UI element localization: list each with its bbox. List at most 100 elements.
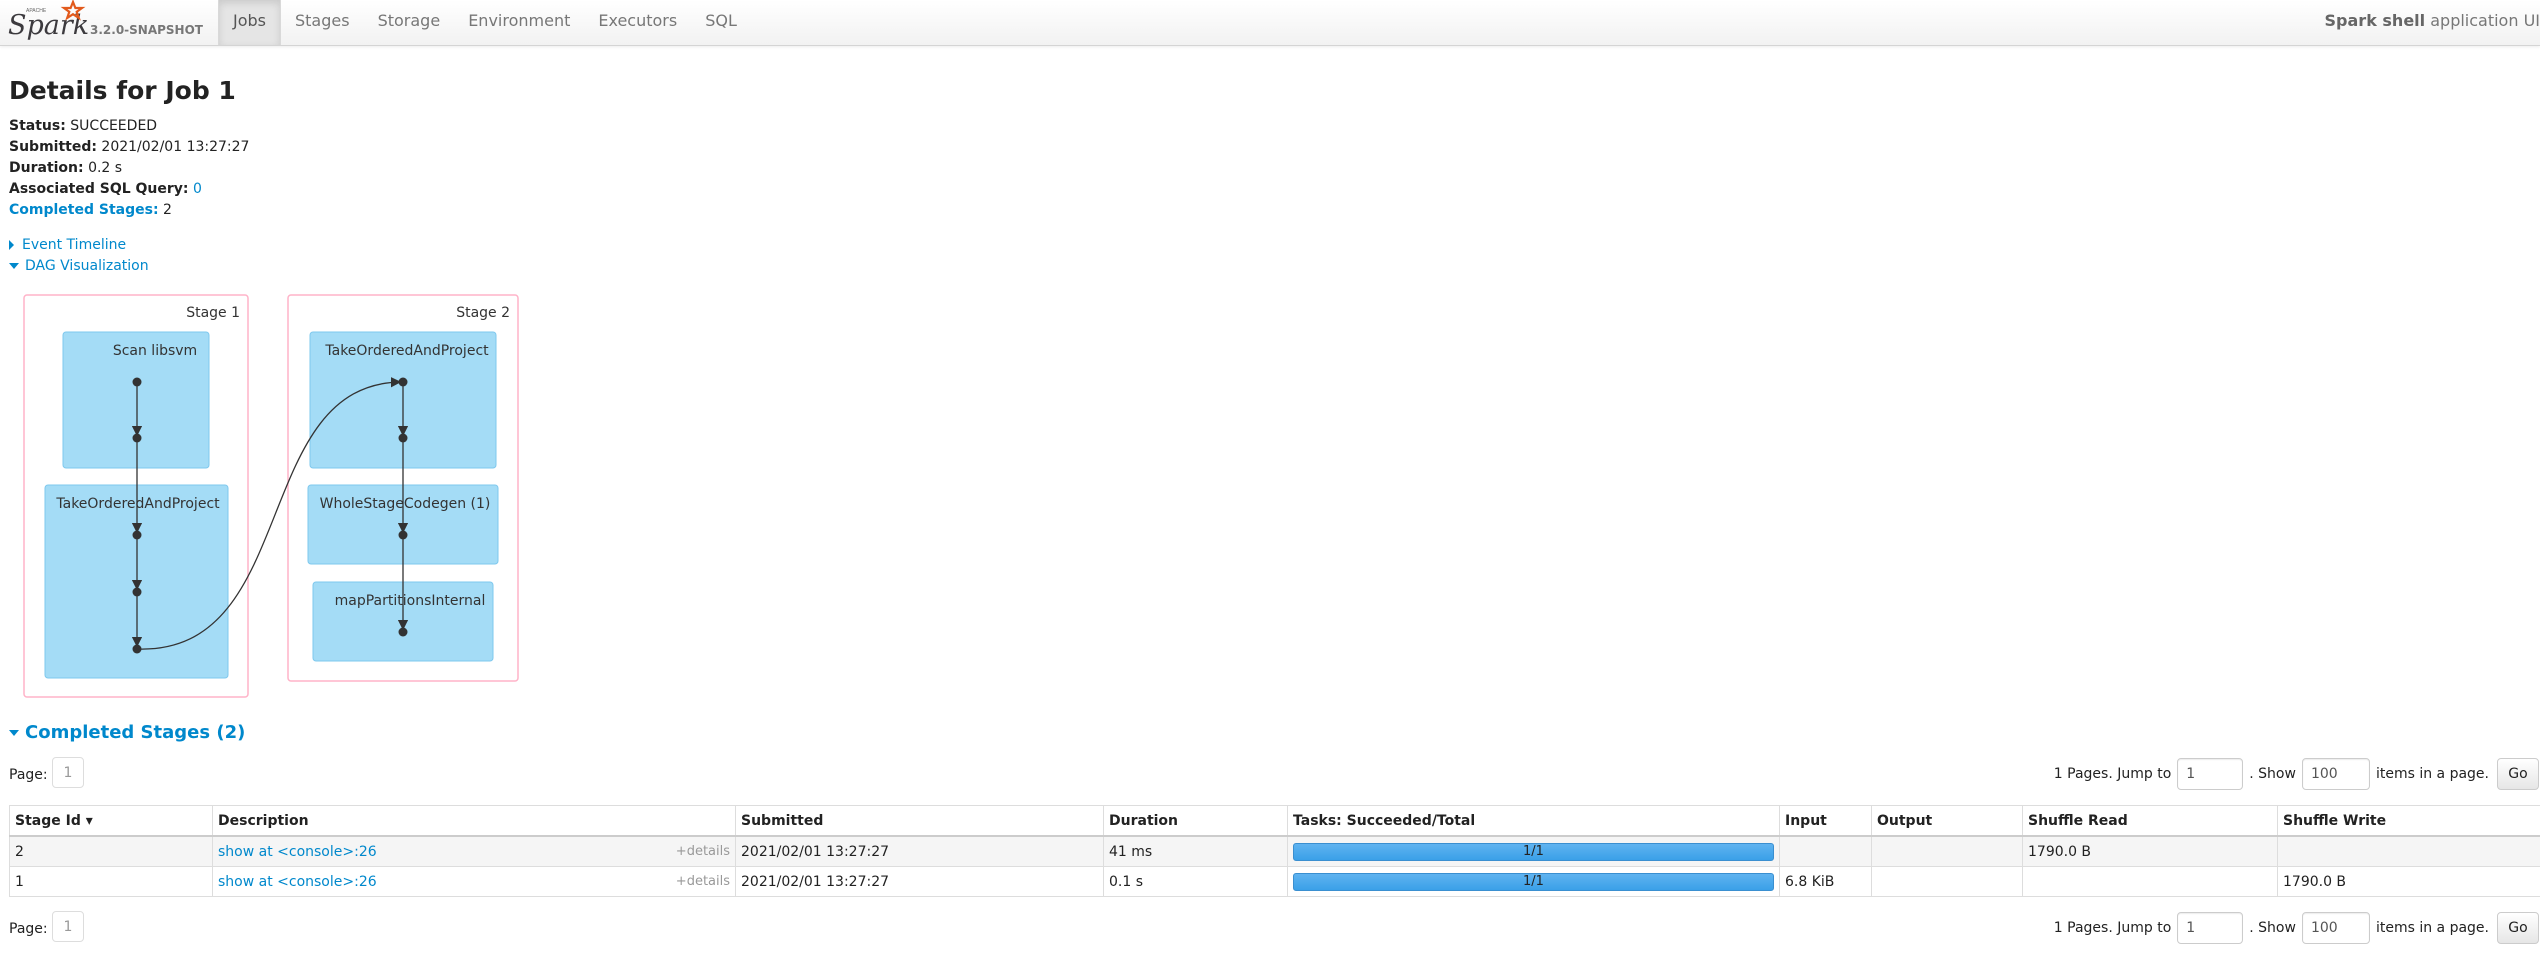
column-header-submitted[interactable]: Submitted	[735, 805, 1104, 837]
duration-value: 0.2 s	[88, 160, 123, 176]
tab-jobs[interactable]: Jobs	[218, 0, 281, 45]
arrow-down-icon	[9, 263, 19, 269]
tab-stages[interactable]: Stages	[281, 0, 364, 45]
dag-node[interactable]	[398, 627, 408, 637]
cluster-map-partitions-label: mapPartitionsInternal	[335, 593, 486, 609]
dag-node[interactable]	[398, 377, 408, 387]
jump-to-page-input[interactable]	[2177, 758, 2244, 790]
pagination-top: Page: 1 1 Pages. Jump to . Show items in…	[9, 757, 2539, 791]
output-cell	[1871, 866, 2023, 897]
go-button[interactable]: Go	[2497, 912, 2539, 944]
pagination-bottom: Page: 1 1 Pages. Jump to . Show items in…	[9, 911, 2539, 945]
svg-text:Spark: Spark	[8, 10, 88, 40]
go-button[interactable]: Go	[2497, 758, 2539, 790]
table-header-row: Stage Id ▾ Description Submitted Duratio…	[9, 805, 2540, 837]
dag-graph: Stage 1 Scan libsvm TakeOrderedAndProjec…	[23, 294, 519, 698]
dag-node[interactable]	[132, 587, 142, 597]
tasks-progress-text: 1/1	[1523, 873, 1544, 889]
items-per-page-input[interactable]	[2301, 912, 2370, 944]
cluster-whole-stage-codegen-label: WholeStageCodegen (1)	[320, 496, 491, 512]
column-header-stage-id[interactable]: Stage Id ▾	[9, 805, 213, 837]
show-text: . Show	[2249, 766, 2296, 782]
completed-stages-row: Completed Stages: 2	[9, 200, 249, 221]
page-label: Page:	[9, 921, 48, 937]
submitted-cell: 2021/02/01 13:27:27	[735, 866, 1104, 897]
dag-node[interactable]	[398, 433, 408, 443]
shuffle-read-cell: 1790.0 B	[2022, 835, 2278, 867]
column-header-shuffle-write[interactable]: Shuffle Write	[2277, 805, 2540, 837]
page-number-button[interactable]: 1	[52, 757, 84, 788]
dag-node[interactable]	[132, 644, 142, 654]
stage-1-label: Stage 1	[186, 305, 240, 321]
submitted-label: Submitted:	[9, 139, 97, 155]
app-suffix: application UI	[2425, 11, 2540, 30]
column-header-input[interactable]: Input	[1779, 805, 1872, 837]
shuffle-write-cell	[2277, 835, 2540, 867]
arrow-down-icon	[9, 730, 19, 736]
items-per-page-input[interactable]	[2301, 758, 2370, 790]
spark-logo[interactable]: APACHE Spark 3.2.0-SNAPSHOT	[8, 0, 208, 45]
stage-id-cell: 1	[9, 866, 213, 897]
column-header-tasks[interactable]: Tasks: Succeeded/Total	[1287, 805, 1780, 837]
tab-executors[interactable]: Executors	[584, 0, 691, 45]
column-header-duration[interactable]: Duration	[1103, 805, 1288, 837]
page-number-button[interactable]: 1	[52, 911, 84, 942]
completed-stages-table: Stage Id ▾ Description Submitted Duratio…	[9, 805, 2540, 897]
column-header-shuffle-read[interactable]: Shuffle Read	[2022, 805, 2278, 837]
application-name: Spark shell application UI	[2325, 0, 2540, 45]
stage-id-cell: 2	[9, 835, 213, 867]
page-label: Page:	[9, 767, 48, 783]
shuffle-write-cell: 1790.0 B	[2277, 866, 2540, 897]
pages-text: 1 Pages. Jump to	[2053, 920, 2172, 936]
spark-logo-icon: APACHE Spark	[8, 0, 88, 40]
cluster-take-ordered-stage2-label: TakeOrderedAndProject	[324, 343, 489, 359]
pagination-controls: 1 Pages. Jump to . Show items in a page.…	[2054, 911, 2539, 945]
nav-tabs: Jobs Stages Storage Environment Executor…	[218, 0, 751, 45]
input-cell: 6.8 KiB	[1779, 866, 1872, 897]
details-toggle[interactable]: +details	[676, 874, 730, 889]
sql-query-link[interactable]: 0	[193, 181, 202, 197]
stage-description-link[interactable]: show at <console>:26	[218, 844, 377, 860]
duration-row: Duration: 0.2 s	[9, 158, 249, 179]
submitted-value: 2021/02/01 13:27:27	[101, 139, 250, 155]
shuffle-read-cell	[2022, 866, 2278, 897]
dag-node[interactable]	[132, 433, 142, 443]
dag-visualization-label: DAG Visualization	[25, 258, 149, 274]
tasks-progress-bar: 1/1	[1293, 872, 1774, 891]
dag-node[interactable]	[132, 377, 142, 387]
completed-stages-toggle[interactable]: Completed Stages (2)	[9, 722, 245, 743]
status-label: Status:	[9, 118, 66, 134]
column-header-output[interactable]: Output	[1871, 805, 2023, 837]
table-row: 2 show at <console>:26 +details 2021/02/0…	[9, 835, 2540, 867]
dag-visualization-toggle[interactable]: DAG Visualization	[9, 258, 149, 274]
cluster-take-ordered-stage1-label: TakeOrderedAndProject	[55, 496, 220, 512]
table-row: 1 show at <console>:26 +details 2021/02/0…	[9, 866, 2540, 897]
tab-environment[interactable]: Environment	[454, 0, 584, 45]
description-cell: show at <console>:26 +details	[212, 866, 736, 897]
status-row: Status: SUCCEEDED	[9, 116, 249, 137]
page-title: Details for Job 1	[9, 76, 236, 105]
status-value: SUCCEEDED	[70, 118, 158, 134]
event-timeline-toggle[interactable]: Event Timeline	[9, 237, 126, 253]
jump-to-page-input[interactable]	[2177, 912, 2244, 944]
dag-node[interactable]	[398, 530, 408, 540]
duration-cell: 0.1 s	[1103, 866, 1288, 897]
items-text: items in a page.	[2375, 766, 2489, 782]
tab-sql[interactable]: SQL	[691, 0, 751, 45]
completed-stages-title: Completed Stages (2)	[25, 722, 246, 743]
dag-node[interactable]	[132, 530, 142, 540]
completed-stages-link[interactable]: Completed Stages:	[9, 202, 159, 218]
event-timeline-label: Event Timeline	[22, 237, 127, 253]
tab-storage[interactable]: Storage	[364, 0, 455, 45]
column-header-description[interactable]: Description	[212, 805, 736, 837]
spark-version: 3.2.0-SNAPSHOT	[90, 23, 203, 37]
tasks-progress-bar: 1/1	[1293, 842, 1774, 861]
details-toggle[interactable]: +details	[676, 844, 730, 859]
completed-stages-count: 2	[163, 202, 172, 218]
stage-description-link[interactable]: show at <console>:26	[218, 874, 377, 890]
arrow-right-icon	[9, 240, 14, 250]
stage-2-label: Stage 2	[456, 305, 510, 321]
tasks-cell: 1/1	[1287, 866, 1780, 897]
duration-cell: 41 ms	[1103, 835, 1288, 867]
items-text: items in a page.	[2375, 920, 2489, 936]
